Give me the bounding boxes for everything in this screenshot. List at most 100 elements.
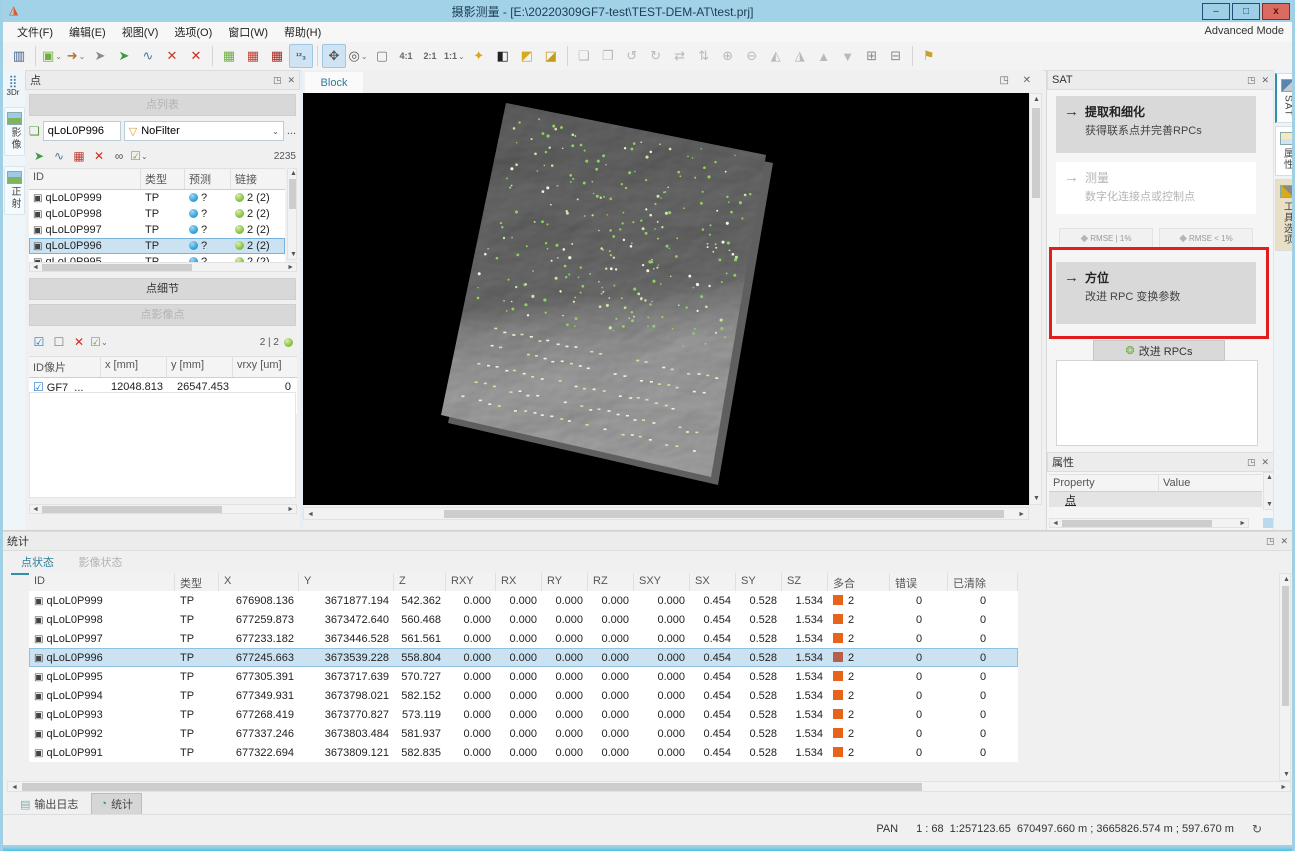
- orientation-tool-icon[interactable]: ➜⌄: [64, 44, 88, 68]
- float-panel-icon[interactable]: ◳: [1247, 75, 1256, 86]
- pan-tool-icon[interactable]: ✥: [322, 44, 346, 68]
- stats-column-13[interactable]: 多合: [828, 573, 890, 591]
- close-panel-icon[interactable]: ✕: [287, 75, 295, 86]
- dock-tab-sat[interactable]: SAT: [1275, 73, 1295, 123]
- sat-result-listbox[interactable]: [1056, 360, 1258, 446]
- maximize-button[interactable]: □: [1232, 3, 1260, 20]
- transfer-point-icon[interactable]: ∿: [49, 147, 69, 165]
- delete-observation-icon[interactable]: ▦: [69, 147, 89, 165]
- statistics-row[interactable]: ▣qLoL0P999TP676908.1363671877.194542.362…: [29, 591, 1018, 610]
- dock-tab-images[interactable]: 影像: [4, 107, 25, 156]
- statistics-row[interactable]: ▣qLoL0P995TP677305.3913673717.639570.727…: [29, 667, 1018, 686]
- zoom-tool-icon[interactable]: ◎⌄: [346, 44, 370, 68]
- statistics-row[interactable]: ▣qLoL0P991TP677322.6943673809.121582.835…: [29, 743, 1018, 762]
- delete-image-point-icon[interactable]: ✕: [160, 44, 184, 68]
- statistics-vscrollbar[interactable]: ▲ ▼: [1279, 573, 1291, 781]
- float-panel-icon[interactable]: ◳: [1247, 457, 1256, 468]
- statistics-row[interactable]: ▣qLoL0P994TP677349.9313673798.021582.152…: [29, 686, 1018, 705]
- block-vscrollbar[interactable]: ▲ ▼: [1029, 93, 1042, 505]
- stats-column-7[interactable]: RY: [542, 573, 588, 591]
- add-point-icon[interactable]: ➤: [29, 147, 49, 165]
- minimize-button[interactable]: –: [1202, 3, 1230, 20]
- delete-point-icon[interactable]: ✕: [184, 44, 208, 68]
- delete-observation-icon[interactable]: ✕: [69, 333, 89, 351]
- workflow-step-measure[interactable]: → 测量 数字化连接点或控制点: [1056, 162, 1256, 214]
- point-detail-button[interactable]: 点细节: [29, 278, 296, 300]
- key-icon[interactable]: ✦: [467, 44, 491, 68]
- observation-table-header[interactable]: ID像片 x [mm] y [mm] vrxy [um]: [29, 356, 297, 378]
- current-point-field[interactable]: qLoL0P996: [43, 121, 121, 141]
- statistics-row[interactable]: ▣qLoL0P992TP677337.2463673803.484581.937…: [29, 724, 1018, 743]
- stats-column-6[interactable]: RX: [496, 573, 542, 591]
- save-icon[interactable]: ▥: [7, 44, 31, 68]
- close-panel-icon[interactable]: ✕: [1261, 457, 1269, 468]
- point-panel-hscrollbar[interactable]: ◄ ►: [29, 504, 297, 514]
- point-list-row[interactable]: ▣qLoL0P997TP?2 (2): [29, 222, 285, 238]
- statistics-hscrollbar[interactable]: ◄ ►: [7, 781, 1291, 792]
- properties-panel-titlebar[interactable]: 属性 ◳✕: [1047, 452, 1274, 472]
- menu-item-5[interactable]: 帮助(H): [276, 22, 329, 42]
- tab-image-status[interactable]: 影像状态: [68, 551, 132, 573]
- close-panel-icon[interactable]: ✕: [1261, 75, 1269, 86]
- statistics-panel-titlebar[interactable]: 统计 ◳✕: [3, 531, 1292, 551]
- refresh-coordinates-icon[interactable]: ↻: [1252, 822, 1262, 836]
- dock-tab-properties[interactable]: 属性: [1275, 126, 1295, 176]
- stats-column-15[interactable]: 已清除: [948, 573, 1018, 591]
- workflow-step-extract[interactable]: → 提取和细化 获得联系点并完善RPCs: [1056, 96, 1256, 153]
- properties-hscrollbar[interactable]: ◄ ►: [1049, 518, 1249, 528]
- point-list-row[interactable]: ▣qLoL0P999TP?2 (2): [29, 190, 285, 206]
- remove-image-icon[interactable]: ▦: [241, 44, 265, 68]
- menu-item-1[interactable]: 编辑(E): [61, 22, 114, 42]
- stats-column-8[interactable]: RZ: [588, 573, 634, 591]
- goto-point-icon[interactable]: ❏: [29, 124, 40, 138]
- statistics-row[interactable]: ▣qLoL0P996TP677245.6633673539.228558.804…: [29, 648, 1018, 667]
- stats-column-12[interactable]: SZ: [782, 573, 828, 591]
- menu-item-3[interactable]: 选项(O): [166, 22, 220, 42]
- zoom-2-1-icon[interactable]: 2:1: [418, 44, 442, 68]
- check-all-icon[interactable]: ☑: [29, 333, 49, 351]
- zoom-4-1-icon[interactable]: 4:1: [394, 44, 418, 68]
- point-cloud-dock-icon[interactable]: ⣿ 3Dr: [4, 74, 22, 97]
- float-panel-icon[interactable]: ◳: [273, 75, 282, 86]
- filter-more-button[interactable]: ...: [287, 125, 296, 137]
- dock-tab-ortho[interactable]: 正射: [4, 166, 25, 215]
- stats-column-0[interactable]: ID: [29, 573, 175, 591]
- dock-tab-tool-options[interactable]: 工具选项: [1275, 179, 1295, 251]
- title-bar[interactable]: ◮ 摄影测量 - [E:\20220309GF7-test\TEST-DEM-A…: [3, 0, 1292, 22]
- delete-point-icon[interactable]: ✕: [89, 147, 109, 165]
- add-image-icon[interactable]: ▣⌄: [40, 44, 64, 68]
- transfer-points-icon[interactable]: ∿: [136, 44, 160, 68]
- close-panel-icon[interactable]: ✕: [1280, 536, 1288, 547]
- lock-open-icon[interactable]: ◩: [515, 44, 539, 68]
- uncheck-all-icon[interactable]: ☐: [49, 333, 69, 351]
- fit-extent-icon[interactable]: ▢: [370, 44, 394, 68]
- flag-cursor-icon[interactable]: ⚑: [917, 44, 941, 68]
- tab-output-log[interactable]: ▤ 输出日志: [11, 793, 87, 815]
- stats-column-14[interactable]: 错误: [890, 573, 948, 591]
- camera-pair-icon[interactable]: ⊟: [884, 44, 908, 68]
- statistics-table-header[interactable]: ID类型XYZRXYRXRYRZSXYSXSYSZ多合错误已清除: [29, 573, 1018, 592]
- stats-column-5[interactable]: RXY: [446, 573, 496, 591]
- point-list-row[interactable]: ▣qLoL0P996TP?2 (2): [29, 238, 285, 254]
- select-arrow-icon[interactable]: ➤: [88, 44, 112, 68]
- find-point-icon[interactable]: ∞: [109, 147, 129, 165]
- stats-column-4[interactable]: Z: [394, 573, 446, 591]
- property-row[interactable]: 点: [1049, 492, 1262, 507]
- sat-panel-titlebar[interactable]: SAT ◳✕: [1047, 70, 1274, 90]
- block-hscrollbar[interactable]: ◄ ►: [303, 507, 1029, 520]
- lock-icon[interactable]: ◪: [539, 44, 563, 68]
- point-table-hscrollbar[interactable]: ◄ ►: [29, 262, 297, 272]
- tab-point-status[interactable]: 点状态: [11, 551, 64, 575]
- zoom-1-1-icon[interactable]: 1:1⌄: [442, 44, 467, 68]
- rmse-indicator-button-2[interactable]: ◆ RMSE < 1%: [1159, 228, 1253, 248]
- float-view-icon[interactable]: ◳: [1000, 75, 1009, 86]
- obs-check-menu-icon[interactable]: ☑⌄: [89, 333, 109, 351]
- stats-column-1[interactable]: 类型: [175, 573, 219, 591]
- statistics-row[interactable]: ▣qLoL0P997TP677233.1823673446.528561.561…: [29, 629, 1018, 648]
- menu-item-2[interactable]: 视图(V): [114, 22, 167, 42]
- remove-all-images-icon[interactable]: ▦: [265, 44, 289, 68]
- stats-column-3[interactable]: Y: [299, 573, 394, 591]
- stats-column-10[interactable]: SX: [690, 573, 736, 591]
- select-image-icon[interactable]: ▦: [217, 44, 241, 68]
- statistics-row[interactable]: ▣qLoL0P993TP677268.4193673770.827573.119…: [29, 705, 1018, 724]
